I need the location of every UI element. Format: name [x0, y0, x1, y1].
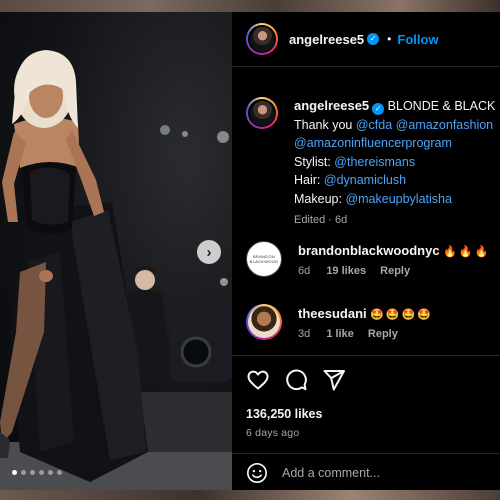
- verified-badge-icon: ✓: [367, 33, 380, 45]
- carousel-dot: [21, 470, 26, 475]
- likes-count[interactable]: 136,250 likes: [246, 407, 322, 421]
- caption-text: angelreese5✓ BLONDE & BLACK @ Thank you …: [294, 97, 500, 230]
- caption-thanks: Thank you: [294, 117, 353, 132]
- verified-badge-icon: ✓: [372, 103, 385, 115]
- carousel-dot: [57, 470, 62, 475]
- caption-headline: BLONDE & BLACK: [387, 99, 496, 113]
- add-comment-input[interactable]: [282, 465, 482, 480]
- post-modal: › angelreese5 ✓ • Follow angelreese5 ✓ BL…: [0, 12, 500, 490]
- avatar-logo-text: BRANDON BLACKWOOD: [249, 254, 279, 264]
- action-icons: [246, 368, 346, 392]
- comment-avatar[interactable]: [246, 304, 282, 340]
- comment-item: BRANDON BLACKWOOD brandonblackwoodnyc 🔥🔥…: [246, 241, 500, 277]
- comment-age: 6d: [298, 265, 311, 277]
- post-actions-section: 136,250 likes 6 days ago: [232, 355, 500, 490]
- comment-body: theesudani 🤩🤩🤩🤩 3d 1 like Reply: [298, 304, 433, 340]
- comment-body: brandonblackwoodnyc 🔥🔥🔥 6d 19 likes Repl…: [298, 241, 490, 277]
- comment-avatar[interactable]: BRANDON BLACKWOOD: [246, 241, 282, 277]
- comment-reply-button[interactable]: Reply: [368, 328, 398, 340]
- stylist-label: Stylist:: [294, 154, 331, 169]
- mention-cfda[interactable]: @cfda: [356, 118, 392, 132]
- carousel-dot: [30, 470, 35, 475]
- comment-item: theesudani 🤩🤩🤩🤩 3d 1 like Reply: [246, 304, 500, 340]
- comment-username[interactable]: brandonblackwoodnyc: [298, 243, 440, 258]
- carousel-dot: [12, 470, 17, 475]
- carousel-dot: [48, 470, 53, 475]
- share-icon[interactable]: [322, 368, 346, 392]
- carousel-dot: [39, 470, 44, 475]
- chevron-right-icon: ›: [206, 243, 212, 261]
- carousel-dots: [12, 470, 62, 475]
- comment-likes[interactable]: 1 like: [326, 328, 354, 340]
- emoji-icon[interactable]: [246, 462, 268, 484]
- comments-scroll-area[interactable]: angelreese5✓ BLONDE & BLACK @ Thank you …: [232, 67, 500, 355]
- comment-age: 3d: [298, 328, 311, 340]
- post-header: angelreese5 ✓ • Follow: [232, 12, 500, 67]
- header-separator: •: [387, 32, 392, 46]
- comment-username[interactable]: theesudani: [298, 306, 367, 321]
- mention-amazonfashion[interactable]: @amazonfashion: [396, 118, 493, 132]
- comment-icon[interactable]: [284, 368, 308, 392]
- hair-label: Hair:: [294, 173, 321, 187]
- makeup-label: Makeup:: [294, 191, 342, 206]
- heart-icon[interactable]: [246, 368, 270, 392]
- post-photo: ›: [0, 12, 232, 490]
- comment-meta: 3d 1 like Reply: [298, 328, 433, 340]
- comment-text: 🔥🔥🔥: [443, 246, 491, 258]
- mention-stylist[interactable]: @thereismans: [334, 155, 415, 169]
- background-strip-bottom: [0, 490, 500, 500]
- caption-edited-timestamp: Edited · 6d: [294, 214, 348, 226]
- author-username[interactable]: angelreese5: [289, 32, 364, 47]
- mention-makeup[interactable]: @makeupbylatisha: [345, 192, 452, 206]
- caption-author-avatar[interactable]: [246, 97, 278, 129]
- add-comment-bar: [232, 453, 500, 491]
- comment-meta: 6d 19 likes Reply: [298, 265, 490, 277]
- carousel-next-button[interactable]: ›: [197, 240, 221, 264]
- comment-reply-button[interactable]: Reply: [380, 265, 410, 277]
- follow-button[interactable]: Follow: [397, 32, 438, 47]
- mention-hair[interactable]: @dynamiclush: [324, 173, 406, 187]
- post-side-panel: angelreese5 ✓ • Follow angelreese5 ✓ BLON…: [232, 12, 500, 490]
- comment-likes[interactable]: 19 likes: [326, 265, 366, 277]
- comment-text: 🤩🤩🤩🤩: [370, 309, 433, 321]
- author-avatar[interactable]: [246, 23, 278, 55]
- post-caption: angelreese5✓ BLONDE & BLACK @ Thank you …: [246, 97, 500, 230]
- caption-author-username[interactable]: angelreese5: [294, 98, 369, 113]
- background-strip-top: [0, 0, 500, 12]
- mention-amazoninfluencerprogram[interactable]: @amazoninfluencerprogram: [294, 136, 452, 150]
- post-time-ago: 6 days ago: [246, 427, 300, 439]
